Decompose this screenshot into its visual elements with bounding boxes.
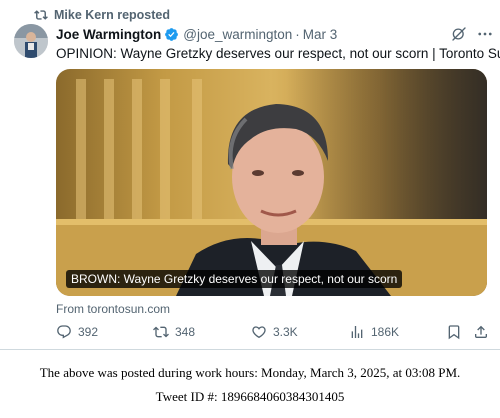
- heart-icon: [252, 326, 266, 339]
- repost-icon: [153, 326, 169, 338]
- like-button[interactable]: 3.3K: [251, 321, 298, 343]
- retweet-icon: [34, 10, 48, 20]
- view-count: 186K: [371, 325, 400, 339]
- card-caption: BROWN: Wayne Gretzky deserves our respec…: [66, 270, 403, 288]
- footer-note: The above was posted during work hours: …: [0, 350, 500, 418]
- reply-count: 392: [78, 325, 99, 339]
- separator: ·: [295, 26, 300, 42]
- analytics-icon: [351, 326, 363, 338]
- tweet-text: OPINION: Wayne Gretzky deserves our resp…: [56, 46, 500, 61]
- like-count: 3.3K: [273, 325, 298, 339]
- card-source[interactable]: From torontosun.com: [56, 302, 170, 316]
- grok-icon[interactable]: [450, 25, 468, 43]
- reply-icon: [57, 325, 71, 339]
- footer-line-2: Tweet ID #: 1896684060384301405: [155, 389, 345, 404]
- repost-button[interactable]: 348: [153, 321, 195, 343]
- author-name[interactable]: Joe Warmington: [56, 27, 161, 42]
- footer-line-1: The above was posted during work hours: …: [39, 365, 461, 380]
- link-preview-card[interactable]: BROWN: Wayne Gretzky deserves our respec…: [56, 69, 487, 296]
- repost-indicator[interactable]: Mike Kern reposted: [34, 7, 170, 23]
- more-options-icon[interactable]: [476, 25, 494, 43]
- tweet-header: Joe Warmington @joe_warmington · Mar 3: [56, 25, 337, 43]
- tweet-date[interactable]: Mar 3: [303, 27, 338, 42]
- verified-badge-icon: [165, 27, 179, 41]
- reply-button[interactable]: 392: [56, 321, 98, 343]
- repost-text: Mike Kern reposted: [54, 8, 171, 22]
- author-handle[interactable]: @joe_warmington: [183, 27, 292, 42]
- bookmark-icon[interactable]: [446, 324, 462, 340]
- avatar[interactable]: [14, 24, 48, 58]
- action-bar: 392 348 3.3K 186K: [56, 321, 492, 343]
- share-icon[interactable]: [473, 324, 489, 340]
- article-photo: [56, 69, 487, 296]
- views-button[interactable]: 186K: [349, 321, 399, 343]
- tweet-card[interactable]: Mike Kern reposted Joe Warmington @joe_w…: [0, 0, 500, 350]
- repost-count: 348: [175, 325, 196, 339]
